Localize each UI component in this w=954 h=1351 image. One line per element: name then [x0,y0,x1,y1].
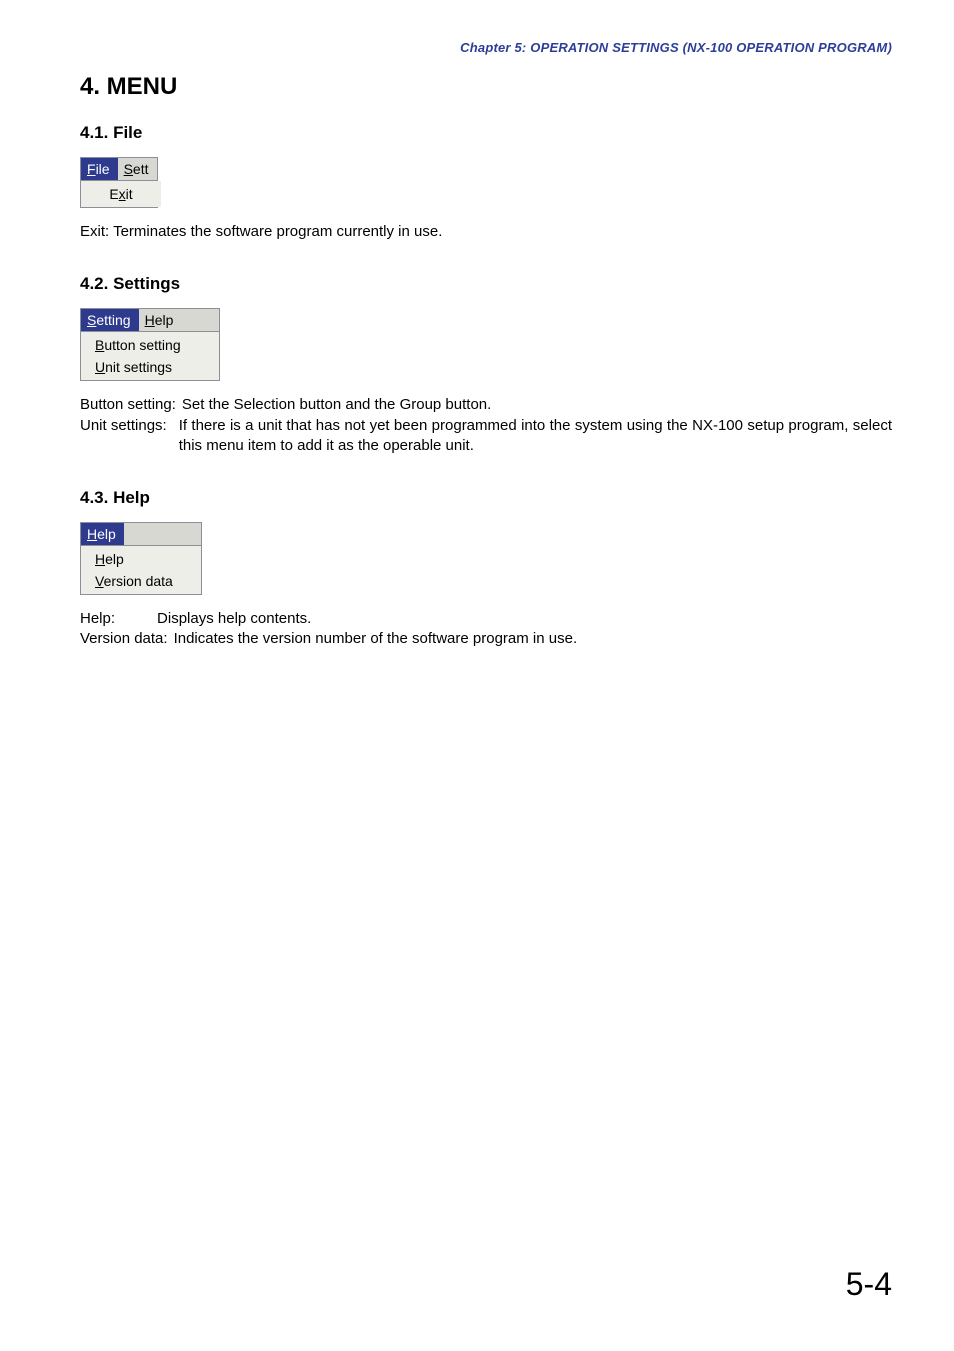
exit-item[interactable]: Exit [81,183,161,205]
help-menu-widget: Help Help Version data [80,522,202,595]
desc-label-version-data: Version data: [80,629,168,649]
desc-version-data: Version data: Indicates the version numb… [80,629,892,649]
section-settings: 4.2. Settings Setting Help Button settin… [80,274,892,456]
help-menu-in-settings[interactable]: Help [139,309,182,331]
help-menu[interactable]: Help [81,523,124,545]
file-menu[interactable]: File [81,158,118,180]
page: Chapter 5: OPERATION SETTINGS (NX-100 OP… [0,0,954,1351]
version-data-item[interactable]: Version data [81,570,201,592]
heading-help: 4.3. Help [80,488,892,508]
button-setting-item[interactable]: Button setting [81,334,219,356]
file-dropdown: Exit [81,181,161,207]
desc-label-unit-settings: Unit settings: [80,416,167,457]
desc-help: Help: Displays help contents. [80,609,892,629]
file-menu-widget: File Sett Exit [80,157,158,208]
desc-unit-settings: Unit settings: If there is a unit that h… [80,416,892,457]
page-title: 4. MENU [80,73,892,101]
file-menubar: File Sett [81,158,157,181]
desc-button-setting: Button setting: Set the Selection button… [80,395,892,415]
desc-text-button-setting: Set the Selection button and the Group b… [182,395,892,415]
section-file: 4.1. File File Sett Exit Exit: Terminate… [80,123,892,242]
chapter-header: Chapter 5: OPERATION SETTINGS (NX-100 OP… [80,40,892,55]
desc-text-version-data: Indicates the version number of the soft… [174,629,892,649]
settings-menubar: Setting Help [81,309,219,332]
heading-settings: 4.2. Settings [80,274,892,294]
help-menubar: Help [81,523,201,546]
heading-file: 4.1. File [80,123,892,143]
desc-text-help: Displays help contents. [157,609,892,629]
desc-label-help: Help: [80,609,115,629]
file-description: Exit: Terminates the software program cu… [80,222,892,242]
page-number: 5-4 [846,1266,892,1303]
section-help: 4.3. Help Help Help Version data Help: D… [80,488,892,650]
settings-dropdown: Button setting Unit settings [81,332,219,380]
sett-menu[interactable]: Sett [118,158,157,180]
settings-menu-widget: Setting Help Button setting Unit setting… [80,308,220,381]
desc-text-unit-settings: If there is a unit that has not yet been… [179,416,892,457]
help-dropdown: Help Version data [81,546,201,594]
help-item[interactable]: Help [81,548,201,570]
unit-settings-item[interactable]: Unit settings [81,356,219,378]
setting-menu[interactable]: Setting [81,309,139,331]
desc-label-button-setting: Button setting: [80,395,176,415]
